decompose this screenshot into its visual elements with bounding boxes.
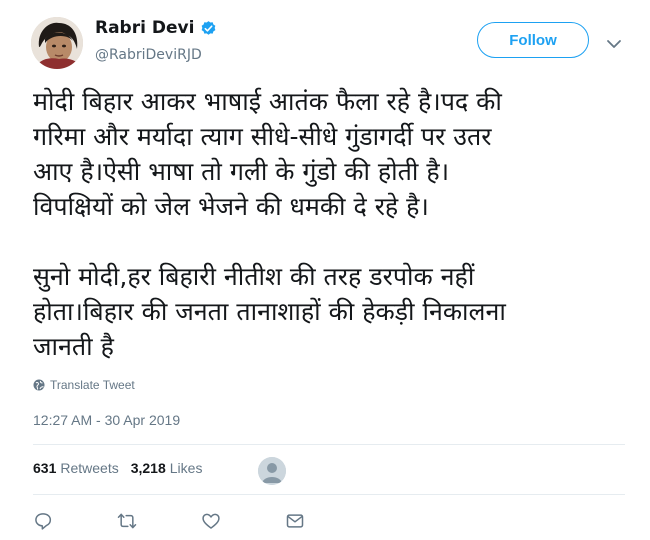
retweets-count: 631 [33,460,57,476]
tweet-stats: 631 Retweets 3,218 Likes [33,460,214,476]
author-name[interactable]: Rabri Devi [95,18,194,38]
likes-label: Likes [169,460,203,476]
tweet-line: होता।बिहार की जनता तानाशाहों की हेकड़ी न… [33,297,506,326]
verified-badge-icon [200,20,217,37]
follow-button[interactable]: Follow [477,22,589,58]
tweet-line: विपक्षियों को जेल भेजने की धमकी दे रहे ह… [33,192,429,221]
retweets-stat[interactable]: 631 Retweets [33,460,119,476]
translate-label[interactable]: Translate Tweet [50,378,135,392]
globe-icon [33,379,45,391]
translate-tweet-link[interactable]: Translate Tweet [33,378,135,392]
reply-icon[interactable] [33,511,53,531]
author-handle[interactable]: @RabriDeviRJD [95,47,202,63]
author-display-name[interactable]: Rabri Devi [95,18,217,38]
chevron-down-icon[interactable] [606,35,622,48]
tweet-timestamp[interactable]: 12:27 AM - 30 Apr 2019 [33,412,180,428]
avatar[interactable] [31,17,83,69]
default-user-icon [258,457,286,485]
divider [33,444,625,445]
tweet-actions [33,511,305,531]
tweet-line: आए है।ऐसी भाषा तो गली के गुंडो की होती ह… [33,157,450,186]
retweet-icon[interactable] [117,511,137,531]
tweet-line: गरिमा और मर्यादा त्याग सीधे-सीधे गुंडागर… [33,122,492,151]
tweet-line: जानती है [33,332,114,361]
likes-count: 3,218 [130,460,166,476]
tweet-line: मोदी बिहार आकर भाषाई आतंक फैला रहे है।पद… [33,87,502,116]
liker-avatar[interactable] [258,457,286,485]
retweets-label: Retweets [60,460,119,476]
divider [33,494,625,495]
envelope-icon[interactable] [285,511,305,531]
tweet-line: सुनो मोदी,हर बिहारी नीतीश की तरह डरपोक न… [33,262,475,291]
avatar-photo [31,17,83,69]
likes-stat[interactable]: 3,218 Likes [131,460,203,476]
heart-icon[interactable] [201,511,221,531]
tweet-text: मोदी बिहार आकर भाषाई आतंक फैला रहे है।पद… [33,84,633,364]
